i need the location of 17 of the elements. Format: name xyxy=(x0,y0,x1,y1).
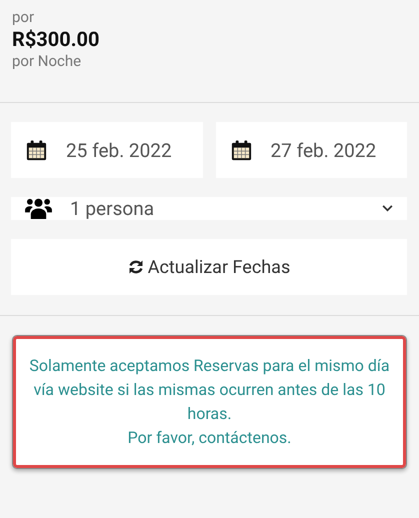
price-amount: R$300.00 xyxy=(12,27,100,51)
chevron-down-icon xyxy=(382,205,393,212)
notice-contact: Por favor, contáctenos. xyxy=(128,427,292,449)
price-unit: por Noche xyxy=(12,51,82,71)
people-icon xyxy=(25,197,52,220)
calendar-icon xyxy=(230,138,252,162)
guests-value: 1 persona xyxy=(70,197,156,220)
guests-select[interactable]: 1 persona xyxy=(11,197,407,220)
date-value: 25 feb. 2022 xyxy=(66,138,172,162)
calendar-icon xyxy=(25,138,48,162)
date-field[interactable]: 25 feb. 2022 xyxy=(11,122,202,178)
date-field[interactable]: 27 feb. 2022 xyxy=(216,122,407,178)
price-prefix: por xyxy=(12,7,36,27)
update-dates-button[interactable]: Actualizar Fechas xyxy=(11,239,407,295)
notice-message: Solamente aceptamos Reservas para el mismo día vía website si las mismas ocurren antes de las 10 horas. xyxy=(28,355,391,425)
refresh-icon xyxy=(128,259,144,275)
date-value: 27 feb. 2022 xyxy=(270,138,376,162)
